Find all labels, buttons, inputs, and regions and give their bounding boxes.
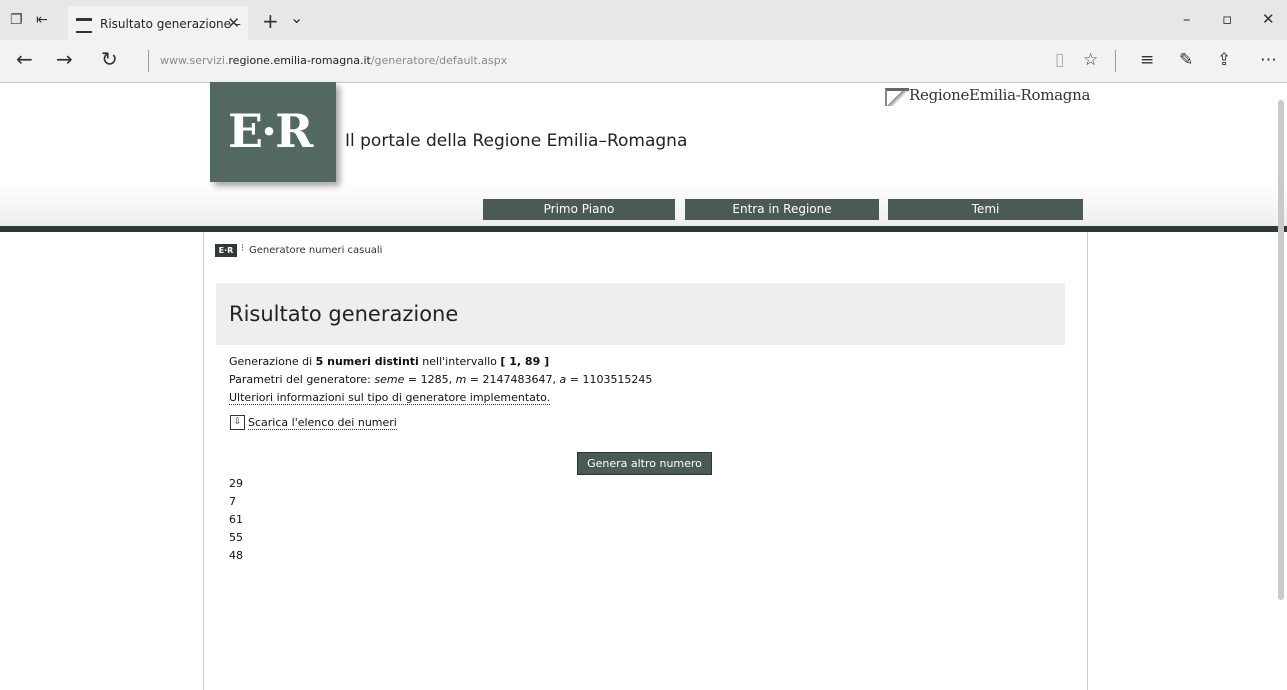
page-scrollbar[interactable] [1278,100,1284,600]
tab-close-icon[interactable]: ✕ [227,14,240,32]
generation-summary: Generazione di 5 numeri distinti nell'in… [229,355,550,368]
generator-info-link[interactable]: Ulteriori informazioni sul tipo di gener… [229,391,551,405]
nav-primo-piano[interactable]: Primo Piano [483,199,675,220]
number-item: 29 [229,477,243,490]
tab-list-chevron-icon[interactable]: ⌄ [290,8,303,27]
browser-tab[interactable]: Risultato generazione – ✕ [68,6,248,40]
nav-entra-in-regione[interactable]: Entra in Regione [685,199,879,220]
toolbar-separator [1115,50,1116,72]
forward-icon[interactable]: → [56,49,73,69]
download-list-icon[interactable]: ⇩ [230,415,245,430]
minimize-icon[interactable]: – [1183,10,1191,28]
number-item: 61 [229,513,243,526]
tab-title: Risultato generazione – [100,17,241,31]
region-flag-icon [885,88,909,106]
share-icon[interactable]: ⇪ [1217,50,1231,70]
generate-another-button[interactable]: Genera altro numero [577,452,712,475]
browser-tab-bar: ❐ ⇤ Risultato generazione – ✕ + ⌄ – ▫ ✕ [0,0,1287,40]
generator-parameters: Parametri del generatore: seme = 1285, m… [229,373,653,386]
favorites-star-icon[interactable]: ☆ [1083,50,1098,70]
number-item: 7 [229,495,236,508]
more-icon[interactable]: ⋯ [1260,50,1277,70]
new-tab-icon[interactable]: + [262,9,279,33]
address-bar: ← → ↻ www.servizi.regione.emilia-romagna… [0,40,1287,83]
er-logo[interactable]: E·R [210,82,336,182]
numbers-list: 29 7 61 55 48 [229,475,243,565]
breadcrumb-label[interactable]: Generatore numeri casuali [249,245,382,256]
site-favicon-icon [76,18,92,33]
refresh-icon[interactable]: ↻ [101,49,118,69]
url-field[interactable]: www.servizi.regione.emilia-romagna.it/ge… [160,54,507,67]
set-tabs-aside-icon[interactable]: ⇤ [36,13,48,27]
breadcrumb-er-logo[interactable]: E·R [215,244,237,257]
hub-icon[interactable]: ≡ [1140,50,1154,70]
tab-preview-icon[interactable]: ❐ [10,13,23,27]
back-icon[interactable]: ← [16,49,33,69]
region-brand-logo[interactable]: RegioneEmilia-Romagna [885,86,1090,108]
web-note-icon[interactable]: ✎ [1179,50,1193,70]
address-separator [148,50,149,72]
reading-view-icon[interactable]: ▯ [1055,50,1064,70]
download-numbers-link[interactable]: Scarica l'elenco dei numeri [248,416,397,430]
number-item: 55 [229,531,243,544]
maximize-icon[interactable]: ▫ [1222,10,1232,28]
page-title: Risultato generazione [229,302,459,326]
number-item: 48 [229,549,243,562]
breadcrumb-separator: ⁝ [241,243,245,254]
nav-temi[interactable]: Temi [888,199,1083,220]
portal-title: Il portale della Regione Emilia–Romagna [345,131,688,151]
close-window-icon[interactable]: ✕ [1262,10,1275,28]
